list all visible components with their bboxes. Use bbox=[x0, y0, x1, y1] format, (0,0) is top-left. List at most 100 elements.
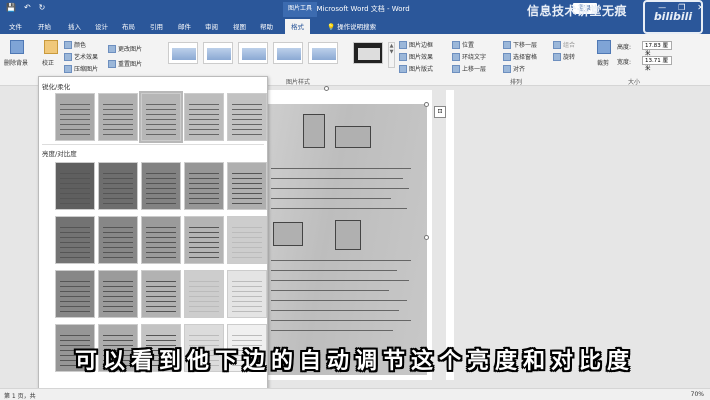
sharpen-preset-3[interactable] bbox=[139, 91, 183, 143]
height-label: 高度: bbox=[617, 44, 632, 51]
picture-style-6[interactable] bbox=[353, 42, 383, 64]
brightness-contrast-preset-12[interactable] bbox=[98, 270, 138, 318]
reset-picture-button[interactable]: 重置图片 bbox=[108, 59, 142, 68]
send-backward-button[interactable]: 下移一层 bbox=[503, 40, 537, 49]
brightness-contrast-preset-13[interactable] bbox=[141, 270, 181, 318]
tell-me-label: 操作说明搜索 bbox=[337, 23, 377, 31]
picture-style-4[interactable] bbox=[273, 42, 303, 64]
picture-style-5[interactable] bbox=[308, 42, 338, 64]
align-button[interactable]: 对齐 bbox=[503, 64, 525, 73]
wrap-text-button[interactable]: 环绕文字 bbox=[452, 52, 486, 61]
remove-background-button[interactable]: 删除背景 bbox=[4, 58, 28, 67]
send-backward-icon bbox=[503, 40, 511, 49]
specimen-sketch-1 bbox=[303, 114, 325, 148]
picture-style-3[interactable] bbox=[238, 42, 268, 64]
rotate-handle[interactable] bbox=[324, 86, 329, 91]
align-label: 对齐 bbox=[513, 66, 526, 73]
brightness-contrast-preset-10[interactable] bbox=[227, 216, 267, 264]
color-icon bbox=[64, 40, 72, 49]
page-margin-right bbox=[446, 90, 454, 380]
picture-effects-button[interactable]: 图片效果 bbox=[399, 52, 433, 61]
wrap-text-label: 环绕文字 bbox=[462, 54, 487, 61]
resize-handle-top-right[interactable] bbox=[424, 102, 429, 107]
brightness-contrast-preset-4[interactable] bbox=[184, 162, 224, 210]
align-icon bbox=[503, 64, 511, 73]
crop-button[interactable]: 裁剪 bbox=[597, 58, 609, 67]
picture-effects-icon bbox=[399, 52, 407, 61]
correct-button[interactable]: 校正 bbox=[42, 58, 54, 67]
bring-forward-button[interactable]: 上移一层 bbox=[452, 64, 486, 73]
brightness-contrast-preset-7[interactable] bbox=[98, 216, 138, 264]
arrange-group-label: 排列 bbox=[510, 79, 523, 86]
specimen-sketch-3 bbox=[273, 222, 303, 246]
resize-handle-right[interactable] bbox=[424, 235, 429, 240]
picture-style-2[interactable] bbox=[203, 42, 233, 64]
brightness-contrast-preset-6[interactable] bbox=[55, 216, 95, 264]
brightness-contrast-preset-5[interactable] bbox=[227, 162, 267, 210]
color-label: 颜色 bbox=[74, 42, 87, 49]
reset-picture-label: 重置图片 bbox=[118, 61, 143, 68]
correct-icon bbox=[44, 40, 58, 54]
zoom-level[interactable]: 70% bbox=[691, 391, 704, 398]
styles-gallery-scroll[interactable]: ▲ ▼ bbox=[388, 42, 395, 68]
group-button[interactable]: 组合 bbox=[553, 40, 575, 49]
sharpen-preset-2[interactable] bbox=[98, 93, 138, 141]
width-label: 宽度: bbox=[617, 59, 632, 66]
brightness-contrast-preset-11[interactable] bbox=[55, 270, 95, 318]
group-icon bbox=[553, 40, 561, 49]
selected-picture[interactable] bbox=[265, 104, 427, 375]
position-label: 位置 bbox=[462, 42, 475, 49]
sharpen-preset-4[interactable] bbox=[184, 93, 224, 141]
layout-options-icon[interactable]: ⊡ bbox=[434, 106, 446, 118]
tab-layout[interactable]: 布局 bbox=[122, 21, 135, 31]
height-input[interactable]: 17.83 厘米 bbox=[642, 41, 672, 57]
picture-style-1[interactable] bbox=[168, 42, 198, 64]
tab-help[interactable]: 帮助 bbox=[260, 21, 273, 31]
page-count: 第 1 页，共 bbox=[4, 393, 36, 400]
crop-icon bbox=[597, 40, 611, 54]
specimen-sketch-4 bbox=[335, 220, 361, 250]
size-group-label: 大小 bbox=[628, 79, 641, 86]
brightness-contrast-preset-9[interactable] bbox=[184, 216, 224, 264]
picture-tools-context-tab: 图片工具 bbox=[283, 2, 317, 17]
tab-design[interactable]: 设计 bbox=[95, 21, 108, 31]
selection-pane-label: 选择窗格 bbox=[513, 54, 538, 61]
sharpen-soften-header: 锐化/柔化 bbox=[42, 83, 71, 91]
brightness-contrast-preset-14[interactable] bbox=[184, 270, 224, 318]
sharpen-preset-5[interactable] bbox=[227, 93, 267, 141]
picture-border-button[interactable]: 图片边框 bbox=[399, 40, 433, 49]
tab-references[interactable]: 引用 bbox=[150, 21, 163, 31]
color-button[interactable]: 颜色 bbox=[64, 40, 86, 49]
remove-background-icon bbox=[10, 40, 24, 54]
selection-pane-icon bbox=[503, 52, 511, 61]
picture-border-icon bbox=[399, 40, 407, 49]
change-picture-button[interactable]: 更改图片 bbox=[108, 44, 142, 53]
picture-layout-label: 图片版式 bbox=[409, 66, 434, 73]
picture-border-label: 图片边框 bbox=[409, 42, 434, 49]
picture-layout-button[interactable]: 图片版式 bbox=[399, 64, 433, 73]
tab-format[interactable]: 格式 bbox=[285, 19, 310, 34]
tab-view[interactable]: 视图 bbox=[233, 21, 246, 31]
brightness-contrast-preset-15[interactable] bbox=[227, 270, 267, 318]
picture-effects-label: 图片效果 bbox=[409, 54, 434, 61]
brightness-contrast-preset-1[interactable] bbox=[55, 162, 95, 210]
picture-styles-group-label: 图片样式 bbox=[286, 79, 311, 86]
tab-mailings[interactable]: 邮件 bbox=[178, 21, 191, 31]
sharpen-preset-1[interactable] bbox=[55, 93, 95, 141]
tab-insert[interactable]: 插入 bbox=[68, 21, 81, 31]
selection-pane-button[interactable]: 选择窗格 bbox=[503, 52, 537, 61]
tab-home[interactable]: 开始 bbox=[38, 21, 51, 31]
rotate-button[interactable]: 旋转 bbox=[553, 52, 575, 61]
brightness-contrast-preset-8[interactable] bbox=[141, 216, 181, 264]
send-backward-label: 下移一层 bbox=[513, 42, 538, 49]
compress-label: 压缩图片 bbox=[74, 66, 99, 73]
artistic-effects-button[interactable]: 艺术效果 bbox=[64, 52, 98, 61]
position-button[interactable]: 位置 bbox=[452, 40, 474, 49]
width-input[interactable]: 13.71 厘米 bbox=[642, 56, 672, 72]
tab-file[interactable]: 文件 bbox=[9, 21, 22, 31]
brightness-contrast-preset-3[interactable] bbox=[141, 162, 181, 210]
tell-me-search[interactable]: 💡 操作说明搜索 bbox=[327, 21, 376, 31]
compress-pictures-button[interactable]: 压缩图片 bbox=[64, 64, 98, 73]
brightness-contrast-preset-2[interactable] bbox=[98, 162, 138, 210]
tab-review[interactable]: 审阅 bbox=[205, 21, 218, 31]
